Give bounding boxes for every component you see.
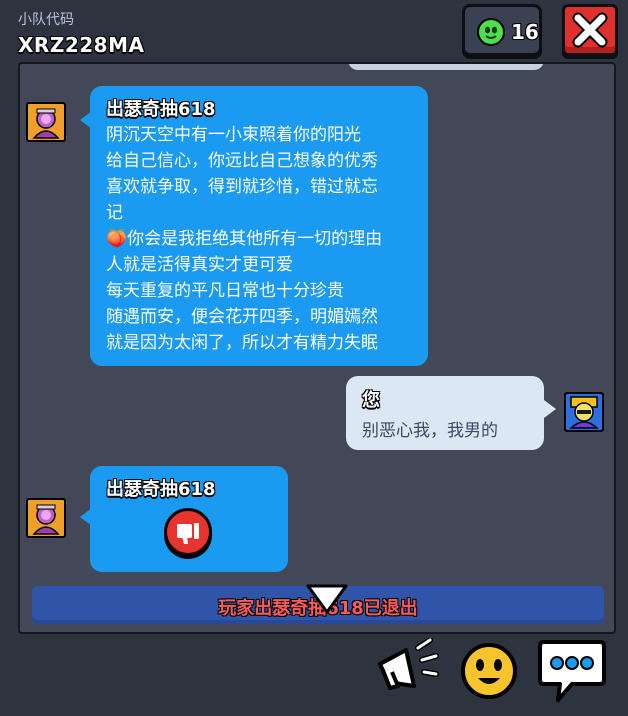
megaphone-icon bbox=[378, 637, 439, 690]
player-portrait-icon bbox=[569, 396, 599, 429]
online-counter[interactable]: 16 bbox=[462, 4, 542, 56]
message-line: 每天重复的平凡日常也十分珍贵 bbox=[106, 281, 344, 301]
scroll-down-arrow-icon[interactable] bbox=[306, 584, 348, 614]
previous-message-bubble bbox=[348, 64, 544, 70]
message-sender: 您 bbox=[362, 390, 380, 411]
message-line: 阴沉天空中有一小束照着你的阳光 bbox=[106, 125, 361, 145]
message-line: 就是因为太闲了，所以才有精力失眠 bbox=[106, 333, 378, 353]
team-code-label: 小队代码 bbox=[18, 12, 74, 28]
player-portrait-icon bbox=[32, 108, 60, 139]
message-sender: 出瑟奇抽618 bbox=[106, 99, 216, 120]
emote-icon bbox=[461, 643, 517, 699]
chat-input-button[interactable] bbox=[536, 636, 608, 710]
message-line: 记 bbox=[106, 203, 123, 223]
message-bubble[interactable]: 出瑟奇抽618 bbox=[90, 466, 288, 572]
message-line: 给自己信心，你远比自己想象的优秀 bbox=[106, 151, 378, 171]
chat-panel[interactable]: 出瑟奇抽618 阴沉天空中有一小束照着你的阳光 给自己信心，你远比自己想象的优秀… bbox=[18, 62, 616, 634]
my-message-bubble[interactable]: 您 别恶心我，我男的 bbox=[346, 376, 544, 450]
online-count: 16 bbox=[511, 20, 539, 44]
megaphone-button[interactable] bbox=[372, 637, 444, 706]
close-icon bbox=[572, 12, 608, 48]
emote-button[interactable] bbox=[458, 640, 520, 706]
player-portrait-icon bbox=[32, 504, 60, 535]
message-text: 别恶心我，我男的 bbox=[362, 421, 498, 441]
chat-icon bbox=[538, 640, 606, 702]
message-line: 🍑你会是我拒绝其他所有一切的理由 bbox=[106, 229, 383, 249]
avatar[interactable] bbox=[26, 498, 66, 538]
tail bbox=[544, 400, 556, 418]
reaction-button[interactable] bbox=[164, 508, 212, 556]
message-line: 人就是活得真实才更可爱 bbox=[106, 255, 293, 275]
smiley-icon bbox=[477, 18, 505, 46]
avatar[interactable] bbox=[26, 102, 66, 142]
close-button[interactable] bbox=[562, 4, 618, 56]
thumbs-down-icon bbox=[177, 523, 199, 544]
message-sender: 出瑟奇抽618 bbox=[106, 479, 216, 500]
message-bubble[interactable]: 出瑟奇抽618 阴沉天空中有一小束照着你的阳光 给自己信心，你远比自己想象的优秀… bbox=[90, 86, 428, 366]
message-line: 喜欢就争取，得到就珍惜，错过就忘 bbox=[106, 177, 378, 197]
team-code[interactable]: XRZ228MA bbox=[18, 33, 144, 57]
avatar[interactable] bbox=[564, 392, 604, 432]
message-line: 随遇而安，便会花开四季，明媚嫣然 bbox=[106, 307, 378, 327]
